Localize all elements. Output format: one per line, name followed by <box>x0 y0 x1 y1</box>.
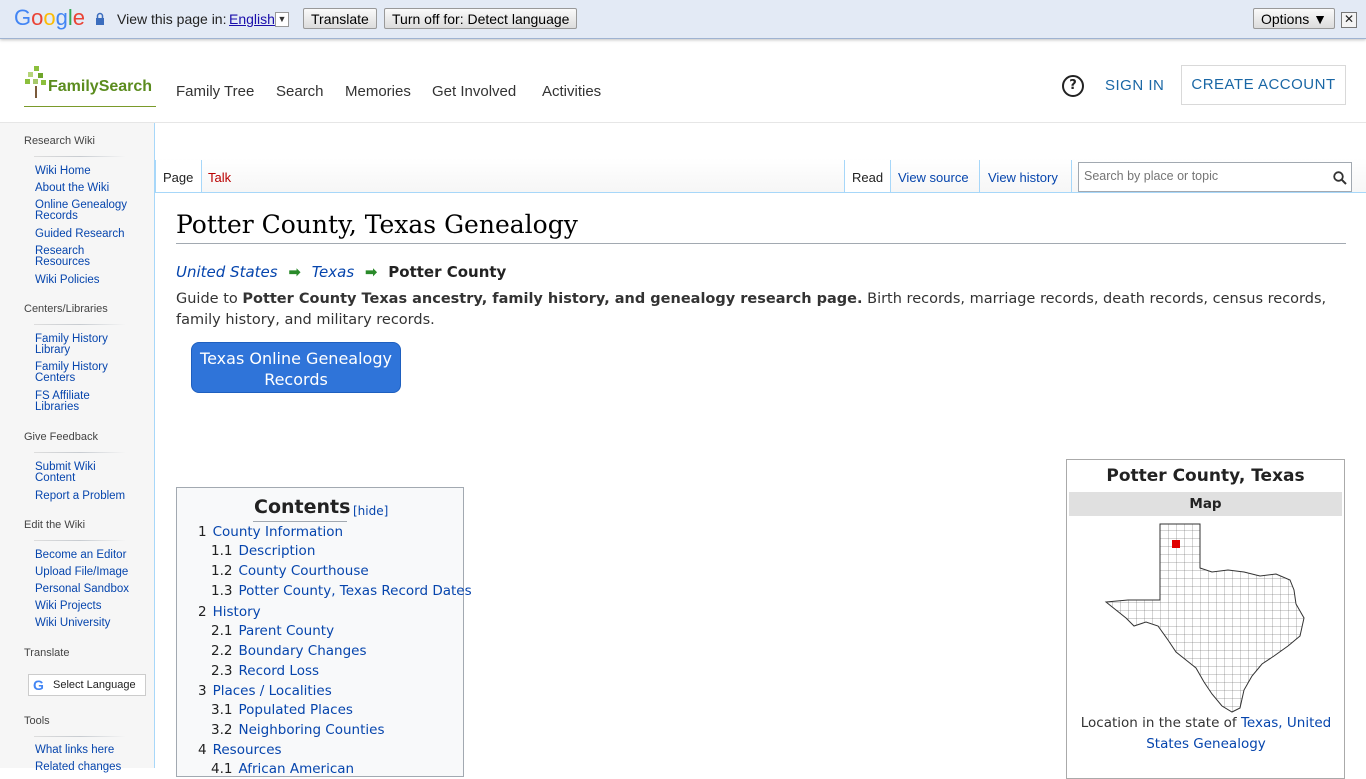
translate-bar: Google View this page in: English ▼ Tran… <box>0 0 1366 39</box>
sidebar-item-online-records[interactable]: Online Genealogy Records <box>35 199 135 222</box>
translate-button[interactable]: Translate <box>303 8 377 29</box>
sidebar-item-university[interactable]: Wiki University <box>35 617 135 629</box>
sidebar-item-affiliate[interactable]: FS Affiliate Libraries <box>35 390 135 413</box>
sidebar-item-wiki-policies[interactable]: Wiki Policies <box>35 274 135 286</box>
texas-map-image[interactable] <box>1104 522 1310 714</box>
tab-separator <box>1071 160 1072 192</box>
familysearch-logo[interactable]: FamilySearch <box>24 64 156 107</box>
toc-item[interactable]: 3.2 Neighboring Counties <box>211 722 385 738</box>
sidebar-heading-feedback: Give Feedback <box>24 431 98 443</box>
infobox-title: Potter County, Texas <box>1106 466 1305 486</box>
chevron-down-icon[interactable]: ▼ <box>275 12 289 27</box>
select-language-label: Select Language <box>53 679 136 691</box>
create-account-button[interactable]: CREATE ACCOUNT <box>1181 65 1346 105</box>
divider <box>34 324 126 325</box>
toc-item[interactable]: 3 Places / Localities <box>198 683 332 699</box>
tab-page[interactable]: Page <box>163 170 193 185</box>
logo-text: FamilySearch <box>48 78 153 95</box>
toc-item[interactable]: 1 County Information <box>198 524 343 540</box>
infobox-map-header: Map <box>1069 492 1342 516</box>
toc-title: Contents <box>254 496 351 518</box>
arrow-right-icon: ➡ <box>364 263 378 281</box>
sidebar-item-about-wiki[interactable]: About the Wiki <box>35 182 135 194</box>
sidebar-item-upload[interactable]: Upload File/Image <box>35 566 135 578</box>
toc-item[interactable]: 1.3 Potter County, Texas Record Dates <box>211 583 472 599</box>
toc-title-underline <box>253 521 347 522</box>
sidebar-heading-research-wiki: Research Wiki <box>24 135 95 147</box>
toc-hide-link[interactable]: [hide] <box>353 504 388 518</box>
county-infobox: Potter County, Texas Map Location in the… <box>1066 459 1345 779</box>
divider <box>34 452 126 453</box>
site-header: FamilySearch Family Tree Search Memories… <box>0 40 1366 123</box>
sidebar-item-projects[interactable]: Wiki Projects <box>35 600 135 612</box>
sidebar-item-fhl[interactable]: Family History Library <box>35 333 135 356</box>
divider <box>34 156 126 157</box>
tab-view-history[interactable]: View history <box>988 170 1058 185</box>
table-of-contents: Contents [hide] 1 County Information 1.1 D… <box>176 487 472 777</box>
search-icon[interactable] <box>1333 171 1347 185</box>
sidebar-heading-edit: Edit the Wiki <box>24 519 86 531</box>
nav-memories[interactable]: Memories <box>345 83 411 100</box>
help-icon[interactable]: ? <box>1062 75 1084 97</box>
sidebar-item-fhc[interactable]: Family History Centers <box>35 361 135 384</box>
infobox-caption: Location in the state of Texas, United S… <box>1077 713 1335 755</box>
sidebar-item-guided-research[interactable]: Guided Research <box>35 228 135 240</box>
turn-off-button[interactable]: Turn off for: Detect language <box>384 8 578 29</box>
toc-item[interactable]: 4.1 African American <box>211 761 354 777</box>
title-divider <box>176 243 1346 244</box>
intro-prefix: Guide to <box>176 291 243 307</box>
toc-item[interactable]: 2.3 Record Loss <box>211 663 319 679</box>
sidebar-heading-tools: Tools <box>24 715 50 727</box>
texas-online-records-button[interactable]: Texas Online Genealogy Records <box>191 342 401 393</box>
close-icon[interactable]: ✕ <box>1341 12 1357 28</box>
intro-bold: Potter County Texas ancestry, family his… <box>242 291 863 307</box>
sidebar-item-become-editor[interactable]: Become an Editor <box>35 549 135 561</box>
toc-item[interactable]: 4 Resources <box>198 742 282 758</box>
sidebar-item-wiki-home[interactable]: Wiki Home <box>35 165 135 177</box>
page-title: Potter County, Texas Genealogy <box>176 210 578 239</box>
sidebar-item-sandbox[interactable]: Personal Sandbox <box>35 583 135 595</box>
breadcrumb: United States ➡ Texas ➡ Potter County <box>176 263 506 281</box>
divider <box>34 736 126 737</box>
tree-icon <box>25 66 46 98</box>
caption-prefix: Location in the state of <box>1080 715 1241 731</box>
nav-search[interactable]: Search <box>276 83 324 100</box>
toc-item[interactable]: 1.1 Description <box>211 543 315 559</box>
tab-read[interactable]: Read <box>852 170 883 185</box>
sidebar-item-submit-content[interactable]: Submit Wiki Content <box>35 461 135 484</box>
toc-item[interactable]: 2 History <box>198 604 261 620</box>
tab-separator <box>979 160 980 192</box>
nav-family-tree[interactable]: Family Tree <box>176 83 254 100</box>
language-select[interactable]: English <box>229 11 275 27</box>
sign-in-link[interactable]: SIGN IN <box>1105 77 1164 94</box>
divider <box>34 540 126 541</box>
sidebar-item-research-resources[interactable]: Research Resources <box>35 245 135 268</box>
intro-paragraph: Guide to Potter County Texas ancestry, f… <box>176 289 1346 331</box>
select-language-widget[interactable]: G Select Language <box>28 674 146 696</box>
tab-talk[interactable]: Talk <box>208 170 231 185</box>
nav-activities[interactable]: Activities <box>542 83 601 100</box>
toc-item[interactable]: 3.1 Populated Places <box>211 702 353 718</box>
sidebar-heading-centers: Centers/Libraries <box>24 303 108 315</box>
sidebar-item-report-problem[interactable]: Report a Problem <box>35 490 135 502</box>
wiki-search-box[interactable] <box>1078 162 1352 192</box>
sidebar-heading-translate: Translate <box>24 647 70 659</box>
google-g-icon: G <box>33 677 44 693</box>
toc-item[interactable]: 2.1 Parent County <box>211 623 334 639</box>
breadcrumb-current: Potter County <box>388 263 507 281</box>
translate-prompt: View this page in: <box>117 11 227 27</box>
search-input[interactable] <box>1082 168 1326 184</box>
breadcrumb-texas[interactable]: Texas <box>312 263 354 281</box>
tab-view-source[interactable]: View source <box>898 170 969 185</box>
nav-get-involved[interactable]: Get Involved <box>432 83 516 100</box>
options-button[interactable]: Options ▼ <box>1253 8 1335 29</box>
sidebar: Research Wiki Wiki Home About the Wiki O… <box>0 123 155 773</box>
lock-icon <box>96 12 104 25</box>
sidebar-item-what-links[interactable]: What links here <box>35 744 135 756</box>
toc-item[interactable]: 2.2 Boundary Changes <box>211 643 367 659</box>
arrow-right-icon: ➡ <box>288 263 301 281</box>
google-logo: Google <box>14 5 86 30</box>
toc-item[interactable]: 1.2 County Courthouse <box>211 563 369 579</box>
breadcrumb-united-states[interactable]: United States <box>176 263 278 281</box>
